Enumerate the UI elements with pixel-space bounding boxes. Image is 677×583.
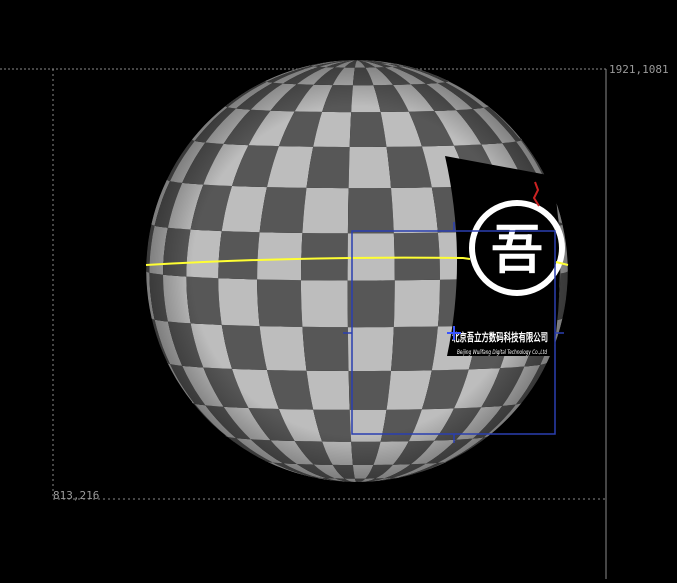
preview-viewport[interactable]: 吾 北京吾立方数码科技有限公司 Beijing Wulifang Digital… — [0, 0, 677, 579]
logo-company-en: Beijing Wulifang Digital Technology Co.,… — [457, 349, 547, 356]
logo-patch[interactable]: 吾 北京吾立方数码科技有限公司 Beijing Wulifang Digital… — [445, 156, 565, 356]
bottom-left-coordinate: 813,216 — [53, 489, 100, 502]
viewport-canvas[interactable]: 吾 北京吾立方数码科技有限公司 Beijing Wulifang Digital… — [0, 0, 677, 579]
logo-company-cn: 北京吾立方数码科技有限公司 — [452, 330, 548, 344]
top-right-coordinate: 1921,1081 — [609, 63, 669, 76]
logo-glyph: 吾 — [491, 220, 543, 281]
